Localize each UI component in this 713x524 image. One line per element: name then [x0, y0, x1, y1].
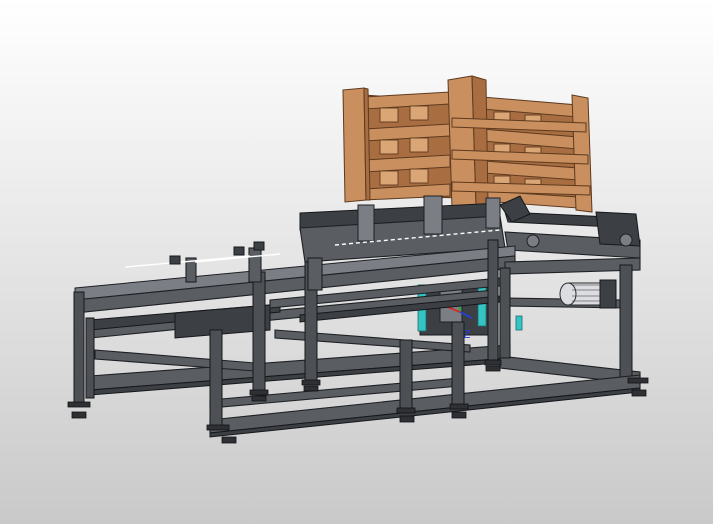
pallet-stack: [342, 75, 593, 213]
drive-motor: [559, 279, 617, 309]
cad-model-render: Z: [67, 75, 649, 444]
cad-viewport[interactable]: Z: [0, 0, 713, 524]
base-frame: [209, 374, 641, 438]
cylinder-far: [515, 315, 523, 331]
